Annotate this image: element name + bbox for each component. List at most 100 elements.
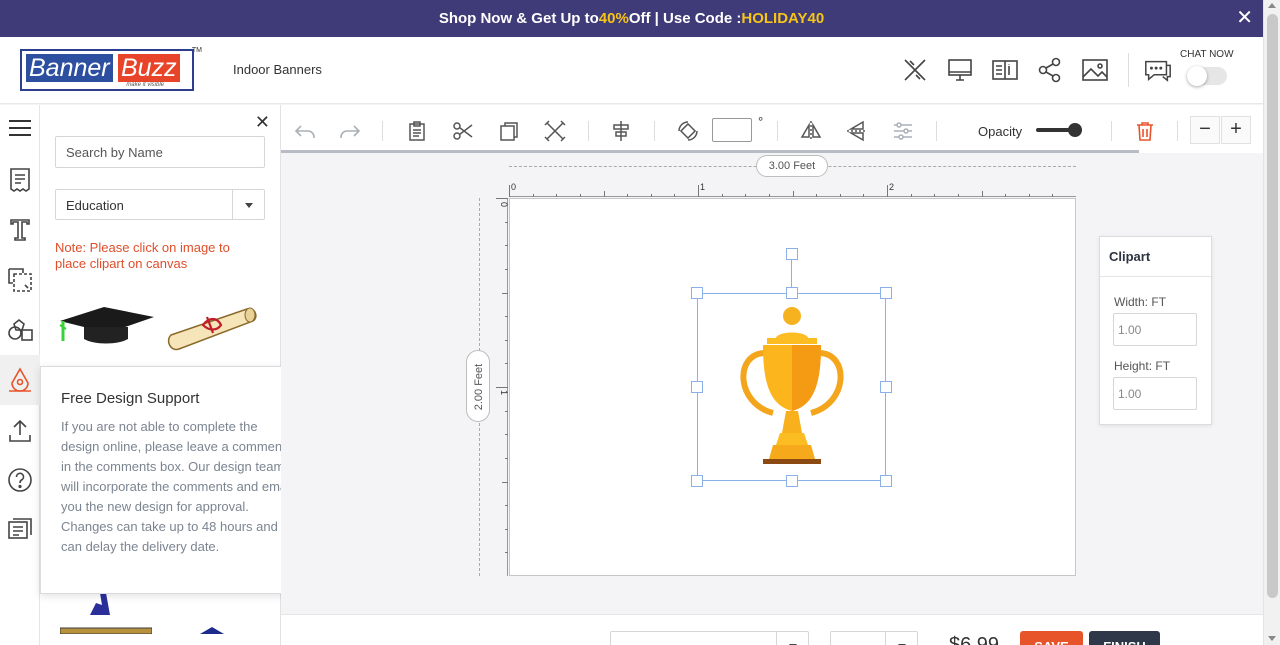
templates-icon[interactable]	[5, 165, 35, 195]
header-divider	[1128, 53, 1129, 87]
resize-handle-left[interactable]	[691, 381, 703, 393]
paste-icon[interactable]	[405, 119, 429, 143]
placement-note: Note: Please click on image to place cli…	[55, 240, 230, 271]
toolbar-divider	[588, 121, 589, 141]
promo-code: HOLIDAY40	[741, 10, 825, 27]
product-name: Indoor Banners	[233, 62, 322, 77]
clipart-properties-title: Clipart	[1100, 237, 1211, 277]
width-label-text: Width:	[1114, 295, 1149, 309]
left-ruler: 0 1	[496, 198, 508, 576]
clipart-tool-icon[interactable]	[5, 365, 35, 395]
rotate-icon[interactable]	[676, 119, 700, 143]
price-display: $6.99	[949, 634, 1000, 645]
toolbar-divider	[936, 121, 937, 141]
editor-toolbar: ° Opacity − +	[281, 105, 1263, 153]
chat-icon[interactable]	[1143, 55, 1175, 85]
clipart-graduation-cap[interactable]	[58, 303, 156, 351]
help-icon[interactable]	[5, 465, 35, 495]
degree-symbol: °	[758, 114, 764, 129]
resize-handle-top-right[interactable]	[880, 287, 892, 299]
menu-icon[interactable]	[5, 113, 35, 143]
promo-close-icon[interactable]: ✕	[1236, 7, 1253, 29]
desktop-preview-icon[interactable]	[945, 55, 975, 85]
flip-vertical-icon[interactable]	[845, 119, 869, 143]
logo-tagline: make it visible	[126, 82, 164, 88]
width-field-label: Width: FT	[1114, 295, 1166, 309]
support-title: Free Design Support	[61, 390, 200, 407]
flip-horizontal-icon[interactable]	[799, 119, 823, 143]
share-icon[interactable]	[1035, 55, 1065, 85]
width-dimension-pill: 3.00 Feet	[756, 155, 828, 177]
scroll-down-arrow-icon[interactable]	[1268, 636, 1276, 641]
resize-handle-top[interactable]	[786, 287, 798, 299]
adjustments-icon[interactable]	[891, 119, 915, 143]
clipart-diploma-scroll[interactable]	[163, 303, 263, 355]
chat-toggle[interactable]	[1187, 66, 1227, 86]
trash-icon[interactable]	[1133, 119, 1157, 143]
duplicate-icon[interactable]	[497, 119, 521, 143]
promo-banner: Shop Now & Get Up to 40% Off | Use Code …	[0, 0, 1263, 37]
cut-icon[interactable]	[451, 119, 475, 143]
clipart-partial-cap[interactable]	[200, 621, 224, 634]
design-tools-icon[interactable]	[900, 55, 930, 85]
size-select[interactable]	[610, 631, 809, 645]
page-scrollbar[interactable]	[1263, 0, 1280, 645]
height-unit: FT	[1155, 359, 1171, 373]
background-tool-icon[interactable]	[5, 265, 35, 295]
bannerbuzz-logo[interactable]: Banner Buzz make it visible TM	[20, 47, 202, 91]
undo-icon[interactable]	[293, 119, 317, 143]
clipart-partial-figure[interactable]	[86, 593, 116, 615]
resize-handle-right[interactable]	[880, 381, 892, 393]
toolbar-divider	[1177, 121, 1178, 141]
promo-prefix: Shop Now & Get Up to	[438, 10, 599, 27]
rotation-angle-input[interactable]	[712, 118, 752, 142]
selection-box	[697, 293, 886, 481]
rotate-handle[interactable]	[786, 248, 798, 260]
guide-book-icon[interactable]	[990, 55, 1020, 85]
left-ruler-label-1: 1	[499, 390, 508, 395]
resize-handle-top-left[interactable]	[691, 287, 703, 299]
delete-element-icon[interactable]	[543, 119, 567, 143]
top-ruler: 0 1 2	[509, 182, 1076, 197]
chevron-down-icon[interactable]	[232, 190, 264, 219]
opacity-slider-handle[interactable]	[1068, 123, 1083, 137]
clipart-width-input[interactable]	[1113, 313, 1197, 346]
height-label-text: Height:	[1114, 359, 1153, 373]
scroll-up-arrow-icon[interactable]	[1268, 3, 1276, 8]
header: Banner Buzz make it visible TM Indoor Ba…	[0, 37, 1263, 104]
upload-icon[interactable]	[5, 415, 35, 445]
chevron-down-icon[interactable]	[885, 632, 917, 645]
top-ruler-label-0: 0	[511, 182, 516, 192]
text-tool-icon[interactable]	[5, 215, 35, 245]
bottom-order-bar: $6.99 SAVE FINISH	[281, 614, 1263, 645]
finish-button[interactable]: FINISH	[1089, 631, 1160, 645]
comments-icon[interactable]	[5, 515, 35, 545]
redo-icon[interactable]	[338, 119, 362, 143]
toolbar-divider	[382, 121, 383, 141]
align-center-icon[interactable]	[609, 119, 633, 143]
zoom-out-button[interactable]: −	[1190, 116, 1220, 144]
clipart-search-input[interactable]	[55, 136, 265, 168]
clipart-partial-book[interactable]	[59, 621, 153, 635]
image-gallery-icon[interactable]	[1080, 55, 1110, 85]
resize-handle-bottom[interactable]	[786, 475, 798, 487]
width-unit: FT	[1151, 295, 1167, 309]
quantity-select[interactable]	[830, 631, 918, 645]
category-selected-value: Education	[66, 198, 124, 213]
category-select[interactable]: Education	[55, 189, 265, 220]
save-button[interactable]: SAVE	[1020, 631, 1083, 645]
chat-now-label: CHAT NOW	[1180, 49, 1234, 60]
opacity-slider[interactable]	[1036, 123, 1083, 137]
chevron-down-icon[interactable]	[776, 632, 808, 645]
resize-handle-bottom-left[interactable]	[691, 475, 703, 487]
shapes-tool-icon[interactable]	[5, 315, 35, 345]
panel-close-icon[interactable]: ✕	[255, 112, 270, 133]
resize-handle-bottom-right[interactable]	[880, 475, 892, 487]
zoom-in-button[interactable]: +	[1221, 116, 1251, 144]
tool-rail	[0, 105, 40, 645]
scrollbar-thumb[interactable]	[1267, 14, 1278, 598]
height-dimension-pill: 2.00 Feet	[466, 350, 490, 422]
toolbar-divider	[654, 121, 655, 141]
support-body: If you are not able to complete the desi…	[61, 419, 293, 554]
clipart-height-input[interactable]	[1113, 377, 1197, 410]
